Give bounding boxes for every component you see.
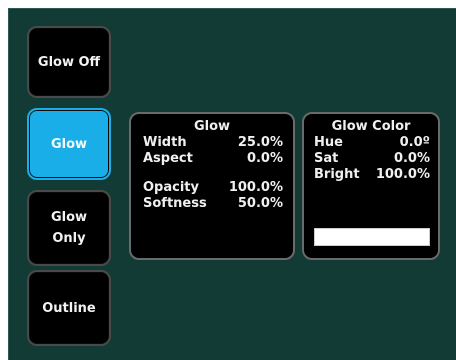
outline-button[interactable]: Outline xyxy=(27,270,111,346)
aspect-label: Aspect xyxy=(143,151,193,166)
bright-row[interactable]: Bright 100.0% xyxy=(304,167,438,183)
sat-row[interactable]: Sat 0.0% xyxy=(304,151,438,167)
opacity-row[interactable]: Opacity 100.0% xyxy=(131,180,293,196)
aspect-value: 0.0% xyxy=(246,151,283,166)
sat-label: Sat xyxy=(314,151,339,166)
glow-color-title: Glow Color xyxy=(331,119,411,134)
bright-label: Bright xyxy=(314,167,360,182)
glow-off-label: Glow Off xyxy=(37,54,101,70)
sat-value: 0.0% xyxy=(393,151,430,166)
hue-row[interactable]: Hue 0.0º xyxy=(304,135,438,151)
glow-only-button[interactable]: Glow Only xyxy=(27,190,111,266)
glow-off-button[interactable]: Glow Off xyxy=(27,26,111,98)
aspect-row[interactable]: Aspect 0.0% xyxy=(131,151,293,167)
softness-row[interactable]: Softness 50.0% xyxy=(131,196,293,212)
outline-label: Outline xyxy=(42,300,96,316)
glow-params-title: Glow xyxy=(193,119,231,134)
width-label: Width xyxy=(143,135,187,150)
opacity-label: Opacity xyxy=(143,180,199,195)
width-value: 25.0% xyxy=(237,135,283,150)
glow-label: Glow xyxy=(50,136,88,152)
bright-value: 100.0% xyxy=(375,167,430,182)
hue-label: Hue xyxy=(314,135,343,150)
glow-only-label-line2: Only xyxy=(52,231,86,246)
softness-value: 50.0% xyxy=(237,196,283,211)
width-row[interactable]: Width 25.0% xyxy=(131,135,293,151)
glow-params-box[interactable]: Glow Width 25.0% Aspect 0.0% Opacity 100… xyxy=(129,112,295,260)
row-spacer xyxy=(131,167,293,180)
softness-label: Softness xyxy=(143,196,207,211)
glow-color-swatch[interactable] xyxy=(314,228,430,246)
glow-color-box[interactable]: Glow Color Hue 0.0º Sat 0.0% Bright 100.… xyxy=(302,112,440,260)
glow-only-label-line1: Glow xyxy=(50,210,88,225)
hue-value: 0.0º xyxy=(399,135,430,150)
glow-button[interactable]: Glow xyxy=(27,108,111,180)
opacity-value: 100.0% xyxy=(228,180,283,195)
